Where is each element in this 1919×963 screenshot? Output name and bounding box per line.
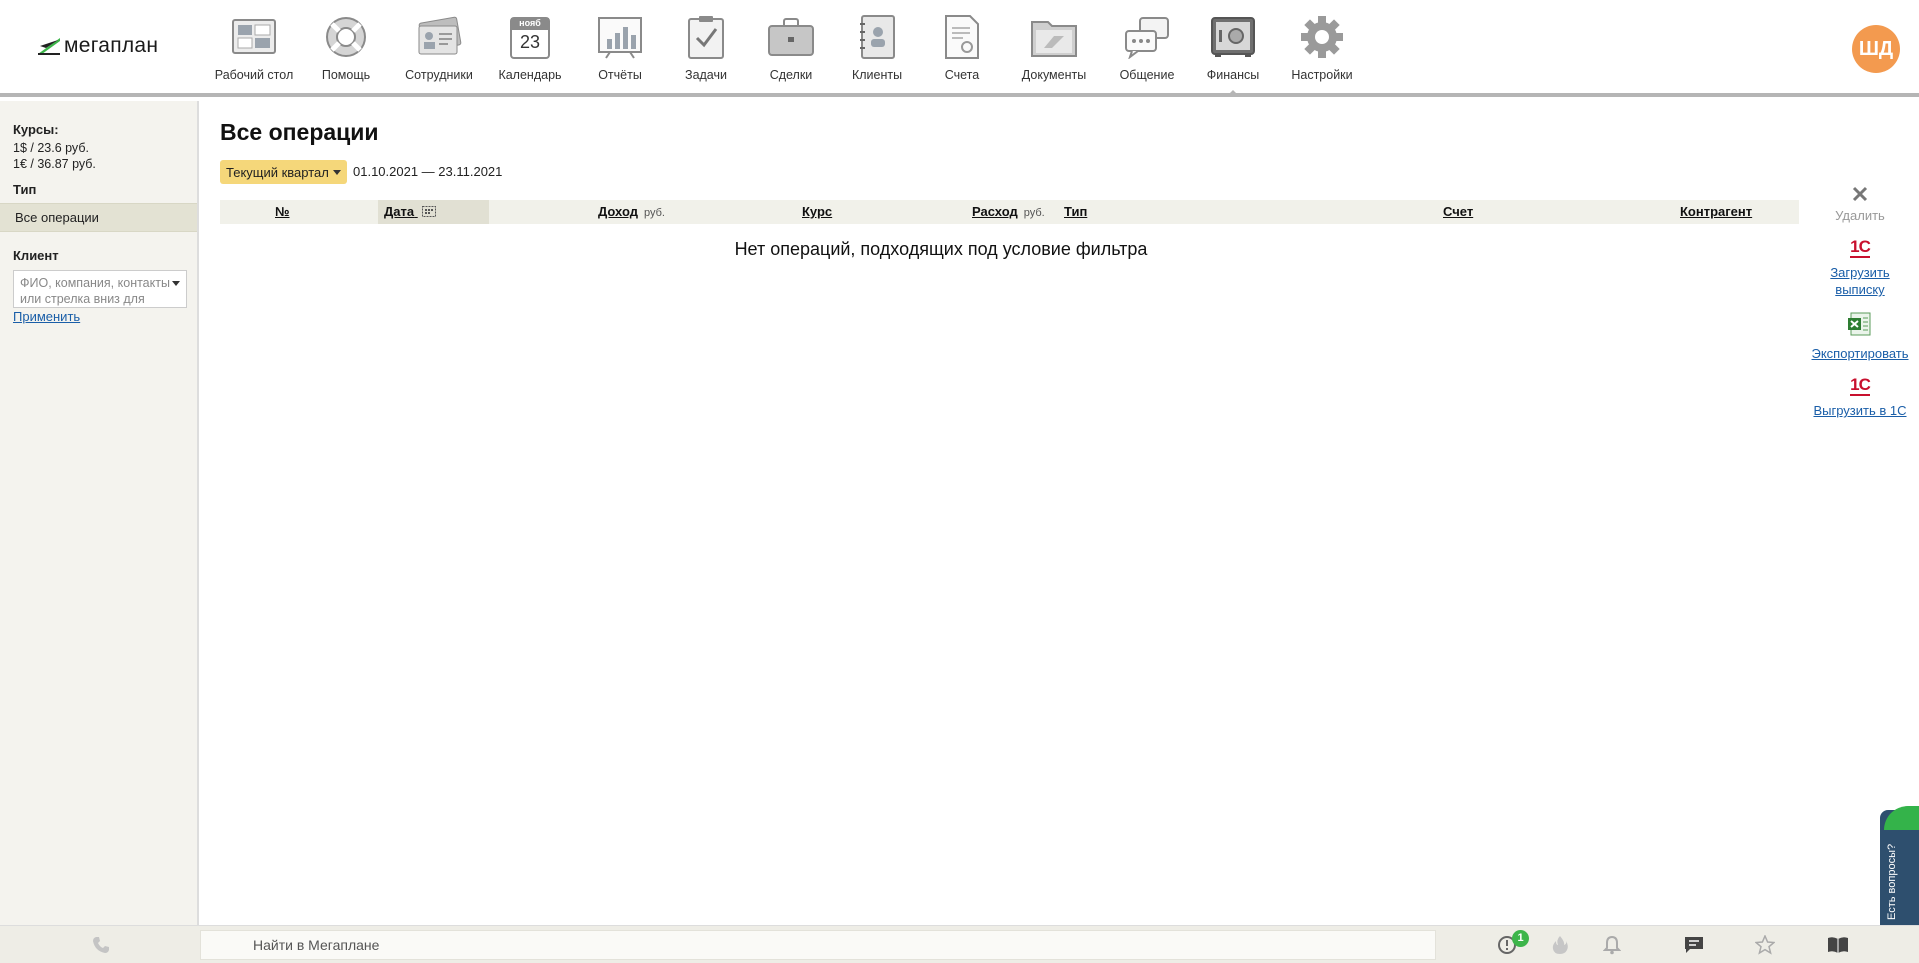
column-rate[interactable]: Курс	[802, 200, 832, 224]
operations-table-header: № Дата Доход руб. Курс Расход руб. Тип Сче…	[220, 200, 1799, 224]
nav-item-settings[interactable]: Настройки	[1276, 12, 1368, 82]
apply-filter-link[interactable]: Применить	[0, 309, 197, 324]
nav-item-help[interactable]: Помощь	[298, 12, 394, 82]
employees-icon	[414, 12, 464, 62]
messages-icon[interactable]	[1684, 935, 1704, 960]
nav-item-desktop[interactable]: Рабочий стол	[210, 12, 298, 82]
rates-title: Курсы:	[13, 122, 59, 137]
book-icon[interactable]	[1827, 935, 1849, 960]
main-content: Все операции Текущий квартал 01.10.2021 …	[201, 101, 1919, 925]
reports-icon	[595, 12, 645, 62]
client-search-input[interactable]: ФИО, компания, контакты или стрелка вниз…	[13, 270, 187, 308]
nav-item-reports[interactable]: Отчёты	[576, 12, 664, 82]
page-title: Все операции	[220, 119, 379, 145]
calendar-small-icon[interactable]	[421, 201, 436, 225]
logo-text: мегаплан	[64, 34, 159, 57]
leaf-icon	[1884, 806, 1919, 830]
column-number[interactable]: №	[275, 200, 290, 224]
chat-icon	[1122, 12, 1172, 62]
user-avatar[interactable]: ШД	[1852, 25, 1900, 73]
fire-icon[interactable]	[1551, 935, 1569, 960]
load-statement-button[interactable]: 1С Загрузить выписку	[1801, 238, 1919, 298]
global-search-input[interactable]: Найти в Мегаплане	[200, 930, 1436, 960]
type-title: Тип	[13, 182, 37, 197]
nav-item-clients[interactable]: Клиенты	[834, 12, 920, 82]
onec-logo-icon: 1С	[1850, 237, 1871, 258]
lifebuoy-icon	[321, 12, 371, 62]
close-icon	[1852, 186, 1868, 207]
documents-icon	[1029, 12, 1079, 62]
main-nav: Рабочий стол Помощь Сотрудники нояб 23 К…	[210, 12, 1368, 96]
column-income[interactable]: Доход руб.	[598, 200, 665, 224]
help-questions-tab[interactable]: Есть вопросы?	[1880, 806, 1919, 938]
nav-item-invoices[interactable]: Счета	[920, 12, 1004, 82]
export-button[interactable]: Экспортировать	[1801, 312, 1919, 362]
column-account[interactable]: Счет	[1443, 200, 1473, 224]
client-title: Клиент	[13, 248, 59, 263]
actions-panel: Удалить 1С Загрузить выписку Экспортиров…	[1801, 186, 1919, 433]
nav-item-finance[interactable]: Финансы	[1190, 12, 1276, 96]
safe-icon	[1208, 12, 1258, 62]
megaplan-logo[interactable]: мегаплан	[36, 34, 158, 58]
type-filter-all-operations[interactable]: Все операции	[0, 203, 197, 232]
column-type[interactable]: Тип	[1064, 200, 1087, 224]
nav-item-communication[interactable]: Общение	[1104, 12, 1190, 82]
export-1c-button[interactable]: 1С Выгрузить в 1С	[1801, 376, 1919, 419]
notifications-count-badge: 1	[1512, 930, 1529, 947]
period-range: 01.10.2021 — 23.11.2021	[353, 164, 503, 179]
phone-icon[interactable]	[92, 936, 110, 959]
chevron-down-icon	[332, 169, 341, 175]
column-expense[interactable]: Расход руб.	[972, 200, 1045, 224]
nav-item-deals[interactable]: Сделки	[748, 12, 834, 82]
rate-eur: 1€ / 36.87 руб.	[13, 157, 96, 171]
dropdown-caret-icon[interactable]	[172, 281, 180, 286]
nav-item-calendar[interactable]: нояб 23 Календарь	[484, 12, 576, 82]
column-contractor[interactable]: Контрагент	[1680, 200, 1752, 224]
rate-usd: 1$ / 23.6 руб.	[13, 141, 89, 155]
column-date[interactable]: Дата	[384, 200, 436, 224]
delete-button[interactable]: Удалить	[1801, 186, 1919, 224]
top-navigation: мегаплан Рабочий стол Помощь Сотрудники	[0, 0, 1919, 97]
invoice-icon	[937, 12, 987, 62]
excel-icon	[1848, 312, 1872, 341]
nav-item-documents[interactable]: Документы	[1004, 12, 1104, 82]
bottom-bar: Найти в Мегаплане 1	[0, 925, 1919, 963]
sidebar: Курсы: 1$ / 23.6 руб. 1€ / 36.87 руб. Ти…	[0, 101, 199, 925]
star-icon[interactable]	[1754, 934, 1776, 960]
gear-icon	[1297, 12, 1347, 62]
nav-item-employees[interactable]: Сотрудники	[394, 12, 484, 82]
tasks-icon	[681, 12, 731, 62]
empty-state-message: Нет операций, подходящих под условие фил…	[734, 239, 1148, 259]
briefcase-icon	[766, 12, 816, 62]
period-dropdown[interactable]: Текущий квартал	[220, 160, 347, 184]
logo-mark-icon	[36, 34, 62, 58]
desktop-icon	[229, 12, 279, 62]
onec-logo-icon: 1С	[1850, 375, 1871, 396]
clients-icon	[852, 12, 902, 62]
calendar-icon: нояб 23	[505, 12, 555, 62]
nav-item-tasks[interactable]: Задачи	[664, 12, 748, 82]
bell-icon[interactable]	[1602, 935, 1622, 960]
